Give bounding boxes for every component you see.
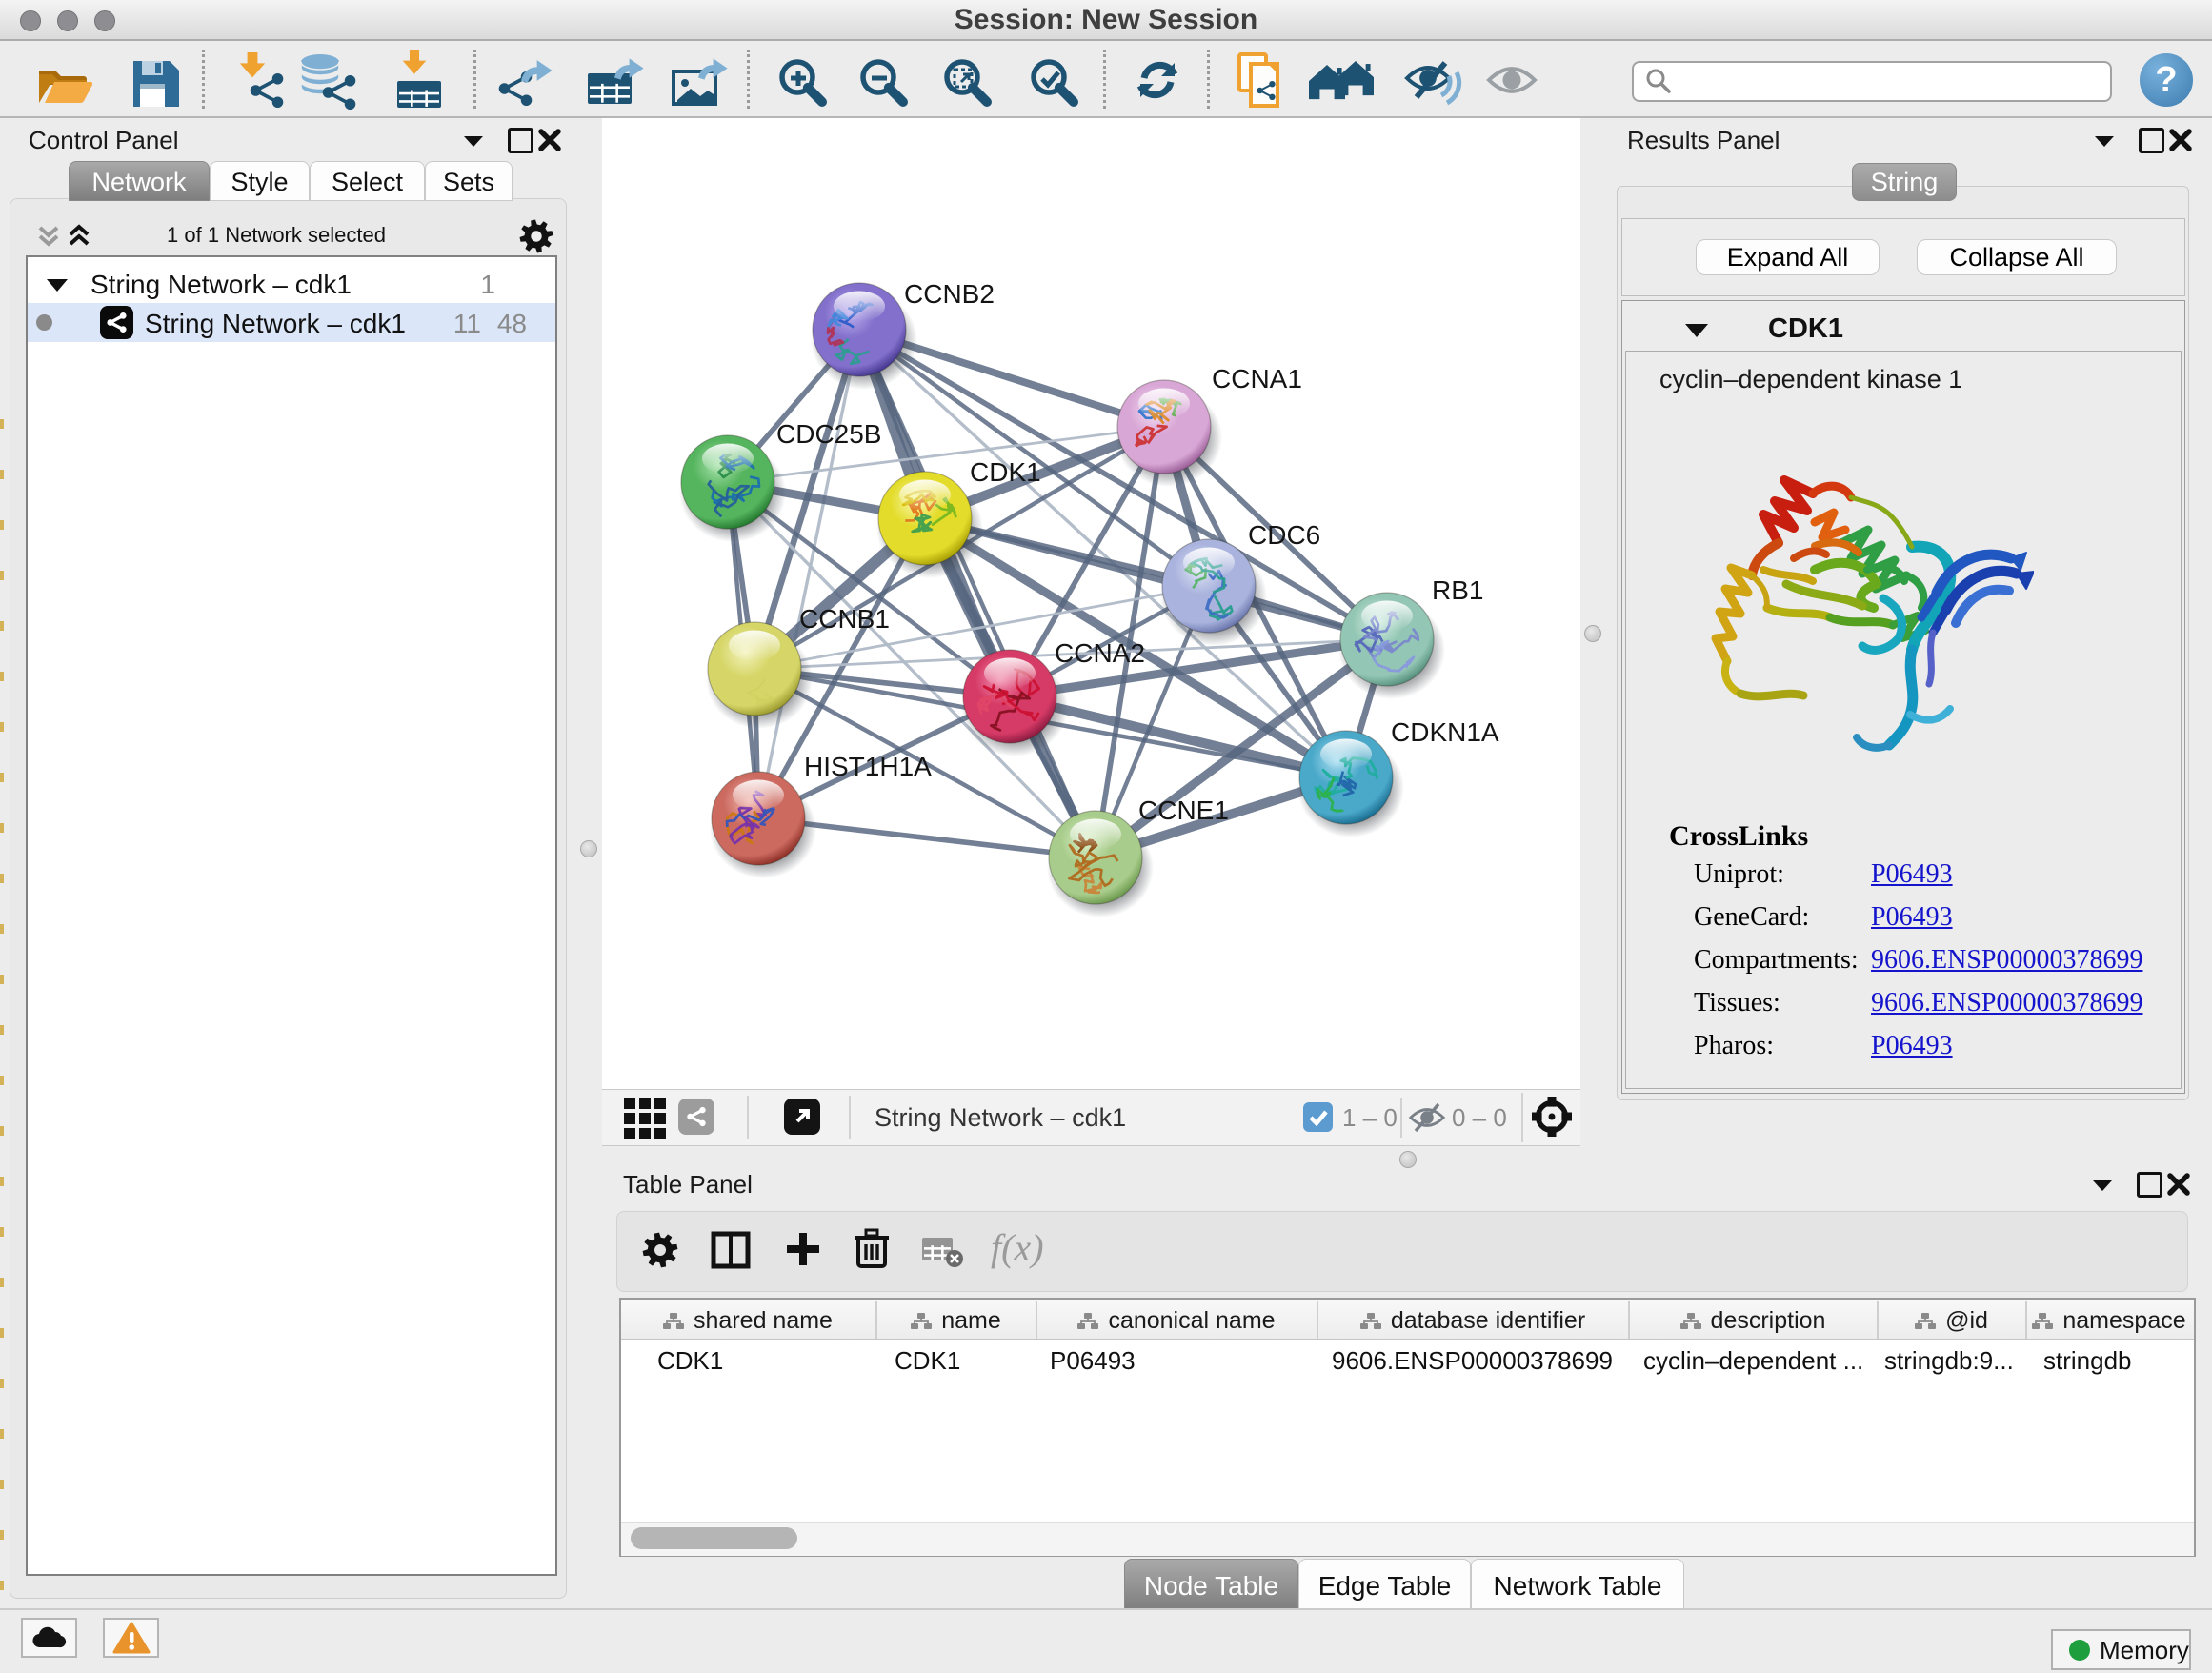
svg-text:RB1: RB1 bbox=[1432, 575, 1483, 605]
svg-text:CCNA2: CCNA2 bbox=[1055, 638, 1145, 668]
svg-text:CDK1: CDK1 bbox=[970, 457, 1041, 487]
svg-text:CDKN1A: CDKN1A bbox=[1391, 717, 1499, 747]
svg-text:CCNB2: CCNB2 bbox=[904, 279, 995, 309]
svg-text:CDC6: CDC6 bbox=[1248, 520, 1320, 550]
svg-text:CCNA1: CCNA1 bbox=[1212, 364, 1302, 393]
svg-text:CCNB1: CCNB1 bbox=[799, 604, 890, 634]
svg-text:CDC25B: CDC25B bbox=[776, 419, 881, 449]
svg-text:CCNE1: CCNE1 bbox=[1138, 796, 1229, 825]
svg-text:HIST1H1A: HIST1H1A bbox=[804, 752, 932, 781]
